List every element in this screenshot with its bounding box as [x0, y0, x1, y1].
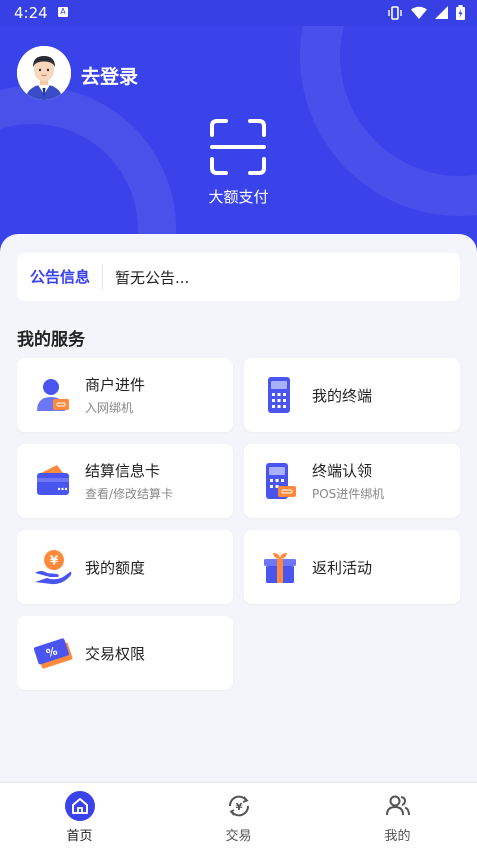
nav-label: 交易 — [225, 829, 252, 844]
home-icon — [64, 791, 95, 821]
service-settlement-card[interactable]: 结算信息卡 查看/修改结算卡 — [17, 444, 233, 518]
service-subtitle: POS进件绑机 — [312, 487, 385, 501]
gift-icon — [264, 553, 296, 583]
wifi-icon — [411, 6, 427, 19]
nav-label: 首页 — [66, 829, 93, 844]
section-title: 我的服务 — [17, 330, 85, 350]
status-icons — [387, 5, 465, 20]
notice-bar[interactable]: 公告信息 暂无公告... — [17, 253, 460, 301]
notification-icon: A — [58, 7, 68, 17]
service-subtitle: 入网绑机 — [85, 401, 134, 415]
service-merchant-onboarding[interactable]: 商户进件 入网绑机 — [17, 358, 233, 432]
yen-hand-icon: ¥ — [35, 550, 72, 585]
signal-icon — [435, 6, 448, 19]
service-title: 我的额度 — [85, 558, 146, 577]
pos-claim-icon — [266, 463, 296, 499]
wallet-card-icon — [37, 465, 69, 495]
login-link[interactable]: 去登录 — [81, 62, 138, 89]
service-title: 商户进件 — [85, 376, 146, 394]
vibrate-icon — [388, 5, 402, 20]
header: 去登录 大额支付 — [0, 26, 477, 266]
merchant-icon — [37, 379, 69, 411]
service-title: 我的终端 — [312, 386, 373, 405]
service-title: 返利活动 — [312, 558, 373, 577]
service-title: 终端认领 — [312, 462, 373, 480]
service-my-quota[interactable]: ¥ 我的额度 — [17, 530, 233, 604]
user-avatar-icon — [17, 46, 71, 100]
nav-transactions[interactable]: ¥ 交易 — [159, 783, 318, 850]
notice-title: 公告信息 — [17, 264, 104, 290]
nav-mine[interactable]: 我的 — [318, 783, 477, 850]
service-transaction-permission[interactable]: % 交易权限 — [17, 616, 233, 690]
terminal-icon — [268, 377, 290, 413]
nav-label: 我的 — [384, 829, 411, 844]
nav-home[interactable]: 首页 — [0, 783, 159, 850]
service-subtitle: 查看/修改结算卡 — [85, 487, 174, 501]
people-icon — [385, 795, 410, 816]
large-payment-label[interactable]: 大额支付 — [0, 186, 477, 207]
service-terminal-claim[interactable]: 终端认领 POS进件绑机 — [244, 444, 460, 518]
scan-icon[interactable] — [209, 118, 267, 176]
avatar[interactable] — [17, 46, 71, 100]
yen-cycle-icon: ¥ — [228, 795, 249, 817]
service-title: 结算信息卡 — [85, 462, 161, 480]
service-rebate-activity[interactable]: 返利活动 — [244, 530, 460, 604]
status-bar: 4:24 A — [0, 0, 477, 26]
notice-text: 暂无公告... — [115, 268, 190, 287]
battery-icon — [456, 5, 465, 20]
main-content: 公告信息 暂无公告... 我的服务 商户进件 入网绑机 我的终端 结算信息卡 查… — [0, 234, 477, 782]
bottom-nav: 首页 ¥ 交易 我的 — [0, 782, 477, 850]
svg-text:¥: ¥ — [50, 554, 59, 568]
status-time: 4:24 — [14, 4, 48, 22]
svg-text:¥: ¥ — [235, 802, 242, 813]
service-my-terminal[interactable]: 我的终端 — [244, 358, 460, 432]
ticket-percent-icon: % — [33, 638, 73, 669]
service-title: 交易权限 — [85, 644, 146, 663]
